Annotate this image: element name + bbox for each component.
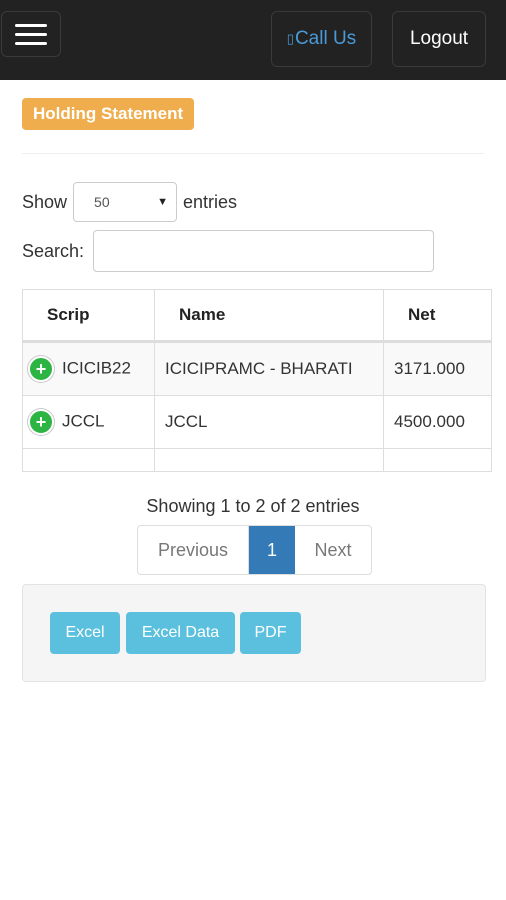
phone-icon: ▯ [286,31,294,46]
divider [22,153,484,154]
column-header-name[interactable]: Name [154,289,384,343]
entries-label: entries [183,191,238,212]
call-us-button[interactable]: ▯ Call Us [271,11,372,67]
scrip-value: JCCL [62,411,105,431]
name-cell: JCCL [154,395,384,449]
hamburger-menu-button[interactable] [1,11,61,57]
table-row: + ICICIB22 ICICIPRAMC - BHARATI 3171.000 [22,341,492,396]
column-header-net[interactable]: Net [383,289,492,343]
export-panel: Excel Excel Data PDF [22,584,486,682]
pagination: Previous 1 Next [137,525,372,575]
scrip-value: ICICIB22 [62,358,131,378]
name-cell: ICICIPRAMC - BHARATI [154,341,384,396]
menu-bar [15,41,47,45]
page-length-control: Show 50 ▼ entries [22,181,237,223]
page-title-badge: Holding Statement [22,98,195,130]
search-control: Search: [22,230,435,272]
logout-button[interactable]: Logout [392,11,486,67]
search-label: Search: [22,240,85,261]
previous-page-button[interactable]: Previous [138,526,249,574]
net-cell: 4500.000 [383,395,492,449]
search-input[interactable] [93,230,435,272]
empty-cell [154,448,384,472]
next-page-button[interactable]: Next [295,526,371,574]
table-header-row: Scrip Name Net [22,289,492,343]
table-footer-row [22,448,492,472]
show-label: Show [22,191,68,212]
excel-data-export-button[interactable]: Excel Data [126,612,235,654]
empty-cell [22,448,155,472]
table-info-text: Showing 1 to 2 of 2 entries [146,496,360,516]
page-size-value: 50 [94,194,110,210]
table-row: + JCCL JCCL 4500.000 [22,395,492,449]
holdings-table: Scrip Name Net + ICICIB22 ICICIPRAMC - BH… [22,289,492,472]
expand-row-icon[interactable]: + [28,409,54,435]
caret-down-icon: ▼ [157,196,169,208]
pdf-export-button[interactable]: PDF [240,612,301,654]
call-us-label: Call Us [294,28,357,49]
menu-bar [15,32,47,36]
excel-export-button[interactable]: Excel [50,612,120,654]
expand-row-icon[interactable]: + [28,356,54,382]
net-cell: 3171.000 [383,341,492,396]
top-navbar: ▯ Call Us Logout [0,0,506,80]
empty-cell [383,448,492,472]
column-header-scrip[interactable]: Scrip [22,289,155,343]
scrip-cell: + ICICIB22 [22,341,155,396]
current-page-button[interactable]: 1 [249,526,295,574]
menu-bar [15,23,47,27]
holdings-table-wrapper: Scrip Name Net + ICICIB22 ICICIPRAMC - BH… [22,289,492,472]
page-size-select[interactable]: 50 ▼ [73,182,178,222]
scrip-cell: + JCCL [22,395,155,449]
